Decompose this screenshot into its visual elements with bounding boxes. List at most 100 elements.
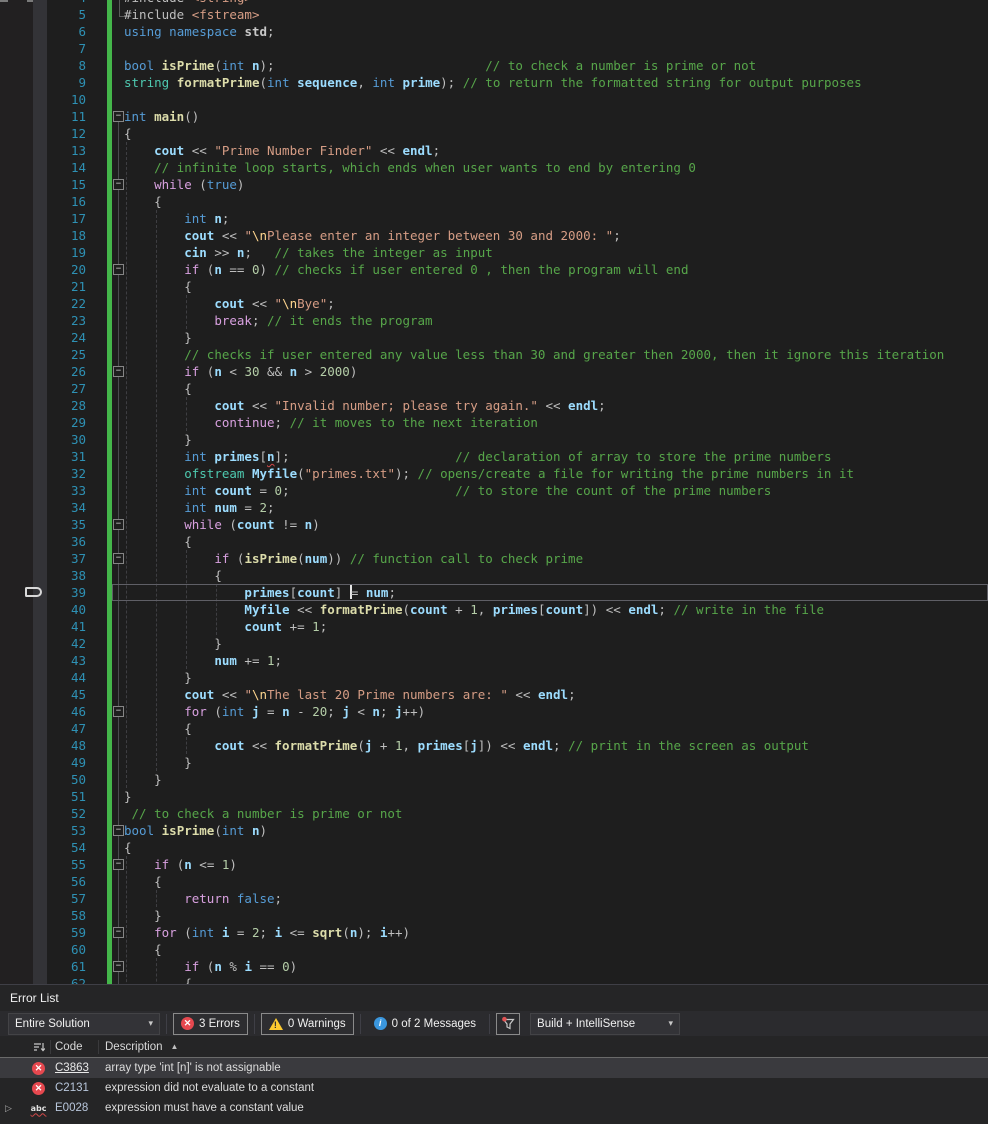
code-line-26[interactable]: 26− if (n < 30 && n > 2000): [0, 363, 988, 380]
toolbar-separator: [166, 1013, 167, 1034]
code-line-37[interactable]: 37− if (isPrime(num)) // function call t…: [0, 550, 988, 567]
line-number: 13: [70, 143, 86, 158]
error-row[interactable]: ✕ C3863 array type 'int [n]' is not assign…: [0, 1058, 988, 1078]
code-line-44[interactable]: 44 }: [0, 669, 988, 686]
code-line-29[interactable]: 29 continue; // it moves to the next ite…: [0, 414, 988, 431]
code-line-18[interactable]: 18 cout << "\nPlease enter an integer be…: [0, 227, 988, 244]
code-line-30[interactable]: 30 }: [0, 431, 988, 448]
code-line-27[interactable]: 27 {: [0, 380, 988, 397]
code-line-60[interactable]: 60 {: [0, 941, 988, 958]
source-filter-dropdown[interactable]: Build + IntelliSense ▾: [530, 1012, 681, 1035]
code-line-45[interactable]: 45 cout << "\nThe last 20 Prime numbers …: [0, 686, 988, 703]
description-column-header[interactable]: Description ▲: [105, 1041, 988, 1053]
code-line-24[interactable]: 24 }: [0, 329, 988, 346]
code-line-21[interactable]: 21 {: [0, 278, 988, 295]
code-line-13[interactable]: 13 cout << "Prime Number Finder" << endl…: [0, 142, 988, 159]
code-line-5[interactable]: 5 #include <fstream>: [0, 6, 988, 23]
code-line-10[interactable]: 10: [0, 91, 988, 108]
code-line-34[interactable]: 34 int num = 2;: [0, 499, 988, 516]
fold-collapse-icon[interactable]: −: [113, 366, 124, 377]
line-number: 50: [70, 772, 86, 787]
code-line-31[interactable]: 31 int primes[n]; // declaration of arra…: [0, 448, 988, 465]
code-line-62[interactable]: 62 {: [0, 975, 988, 984]
errors-toggle-button[interactable]: ✕ 3 Errors: [173, 1012, 248, 1035]
warnings-toggle-button[interactable]: 0 Warnings: [260, 1012, 354, 1035]
code-line-35[interactable]: 35− while (count != n): [0, 516, 988, 533]
code-line-40[interactable]: 40 Myfile << formatPrime(count + 1, prim…: [0, 601, 988, 618]
error-row[interactable]: ✕ C2131 expression did not evaluate to a c…: [0, 1078, 988, 1098]
line-number: 56: [70, 874, 86, 889]
code-line-57[interactable]: 57 return false;: [0, 890, 988, 907]
error-row[interactable]: ▷ abc E0028 expression must have a constant…: [0, 1098, 988, 1118]
fold-collapse-icon[interactable]: −: [113, 553, 124, 564]
column-separator: [50, 1040, 51, 1054]
fold-collapse-icon[interactable]: −: [113, 179, 124, 190]
code-line-15[interactable]: 15− while (true): [0, 176, 988, 193]
fold-collapse-icon[interactable]: −: [113, 961, 124, 972]
fold-collapse-icon[interactable]: −: [113, 264, 124, 275]
code-line-51[interactable]: 51}: [0, 788, 988, 805]
error-code-link[interactable]: C2131: [55, 1082, 89, 1094]
code-line-11[interactable]: 11− int main(): [0, 108, 988, 125]
code-line-50[interactable]: 50 }: [0, 771, 988, 788]
code-line-48[interactable]: 48 cout << formatPrime(j + 1, primes[j])…: [0, 737, 988, 754]
code-line-46[interactable]: 46− for (int j = n - 20; j < n; j++): [0, 703, 988, 720]
code-line-8[interactable]: 8 bool isPrime(int n); // to check a numb…: [0, 57, 988, 74]
toolbar-separator: [489, 1013, 491, 1034]
code-line-7[interactable]: 7: [0, 40, 988, 57]
line-number: 15: [70, 177, 86, 192]
code-line-49[interactable]: 49 }: [0, 754, 988, 771]
messages-toggle-button[interactable]: i 0 of 2 Messages: [367, 1013, 483, 1035]
code-line-17[interactable]: 17 int n;: [0, 210, 988, 227]
code-editor[interactable]: 4#include <string>5#include <fstream>6us…: [0, 0, 988, 984]
code-line-25[interactable]: 25 // checks if user entered any value l…: [0, 346, 988, 363]
scope-filter-dropdown[interactable]: Entire Solution ▾: [8, 1012, 160, 1035]
code-line-56[interactable]: 56 {: [0, 873, 988, 890]
line-number: 40: [70, 602, 86, 617]
fold-collapse-icon[interactable]: −: [113, 927, 124, 938]
code-line-23[interactable]: 23 break; // it ends the program: [0, 312, 988, 329]
code-line-42[interactable]: 42 }: [0, 635, 988, 652]
line-number: 31: [70, 449, 86, 464]
line-number: 14: [70, 160, 86, 175]
code-line-41[interactable]: 41 count += 1;: [0, 618, 988, 635]
filter-button[interactable]: [496, 1012, 521, 1035]
fold-collapse-icon[interactable]: −: [113, 111, 124, 122]
error-code-link[interactable]: E0028: [55, 1102, 88, 1114]
code-line-59[interactable]: 59− for (int i = 2; i <= sqrt(n); i++): [0, 924, 988, 941]
code-line-47[interactable]: 47 {: [0, 720, 988, 737]
code-line-33[interactable]: 33 int count = 0; // to store the count …: [0, 482, 988, 499]
line-number: 38: [70, 568, 86, 583]
code-line-39[interactable]: 39 primes[count] = num;: [0, 584, 988, 601]
code-line-16[interactable]: 16 {: [0, 193, 988, 210]
code-line-19[interactable]: 19 cin >> n; // takes the integer as inp…: [0, 244, 988, 261]
code-line-52[interactable]: 52 // to check a number is prime or not: [0, 805, 988, 822]
code-line-6[interactable]: 6 using namespace std;: [0, 23, 988, 40]
fold-collapse-icon[interactable]: −: [113, 825, 124, 836]
code-line-14[interactable]: 14 // infinite loop starts, which ends w…: [0, 159, 988, 176]
code-line-12[interactable]: 12{: [0, 125, 988, 142]
code-line-9[interactable]: 9 string formatPrime(int sequence, int pr…: [0, 74, 988, 91]
code-lines[interactable]: 4#include <string>5#include <fstream>6us…: [0, 0, 988, 984]
expand-arrow-icon[interactable]: ▷: [0, 1103, 12, 1113]
code-line-36[interactable]: 36 {: [0, 533, 988, 550]
code-line-54[interactable]: 54{: [0, 839, 988, 856]
code-line-58[interactable]: 58 }: [0, 907, 988, 924]
line-number: 59: [70, 925, 86, 940]
fold-collapse-icon[interactable]: −: [113, 519, 124, 530]
code-line-61[interactable]: 61− if (n % i == 0): [0, 958, 988, 975]
code-line-53[interactable]: 53− bool isPrime(int n): [0, 822, 988, 839]
line-number: 54: [70, 840, 86, 855]
code-line-55[interactable]: 55− if (n <= 1): [0, 856, 988, 873]
error-code-link[interactable]: C3863: [55, 1062, 89, 1074]
fold-collapse-icon[interactable]: −: [113, 706, 124, 717]
fold-collapse-icon[interactable]: −: [113, 859, 124, 870]
line-number: 42: [70, 636, 86, 651]
chevron-down-icon: ▾: [148, 1018, 153, 1028]
code-line-43[interactable]: 43 num += 1;: [0, 652, 988, 669]
code-line-38[interactable]: 38 {: [0, 567, 988, 584]
code-line-20[interactable]: 20− if (n == 0) // checks if user entere…: [0, 261, 988, 278]
code-line-28[interactable]: 28 cout << "Invalid number; please try a…: [0, 397, 988, 414]
code-line-22[interactable]: 22 cout << "\nBye";: [0, 295, 988, 312]
code-line-32[interactable]: 32 ofstream Myfile("primes.txt"); // ope…: [0, 465, 988, 482]
